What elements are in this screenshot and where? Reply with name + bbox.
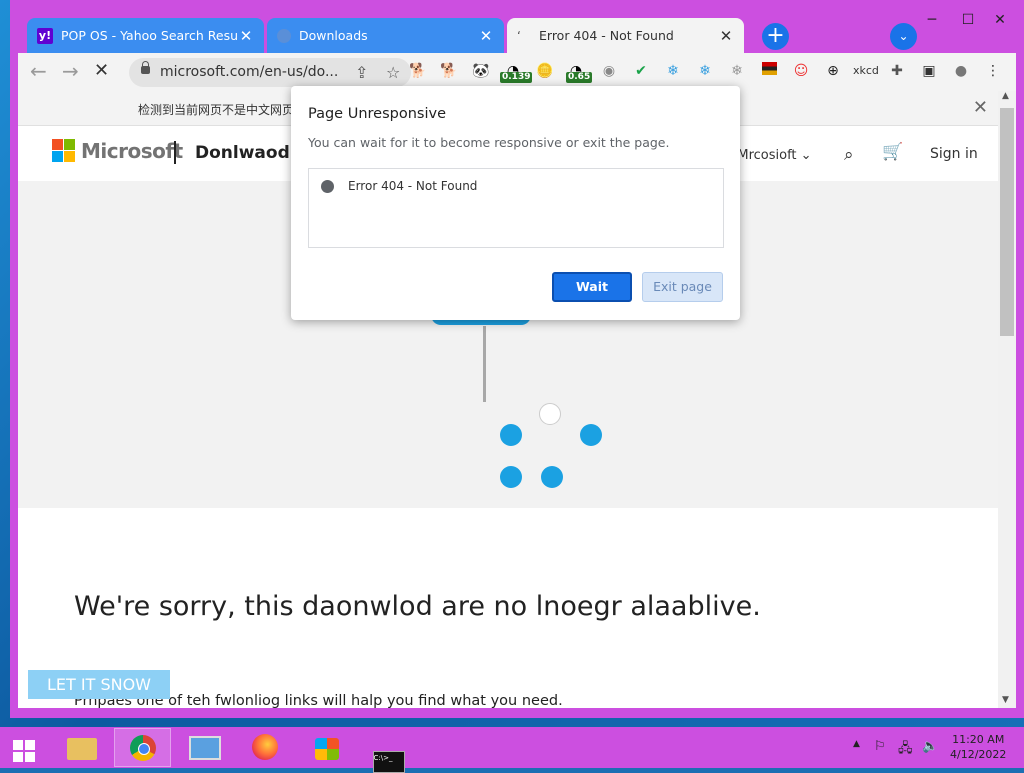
doge-icon[interactable]: 🐕 — [408, 61, 428, 81]
action-center-flag-icon[interactable]: ⚐ — [874, 739, 886, 754]
chevron-down-icon: ⌄ — [800, 148, 812, 163]
tab-title: POP OS - Yahoo Search Results — [61, 28, 238, 43]
address-text: microsoft.com/en-us/do... — [160, 64, 339, 80]
scroll-up-icon[interactable]: ▲ — [1002, 91, 1009, 101]
list-item: Error 404 - Not Found — [321, 179, 477, 193]
doge-icon-2[interactable]: 🐕 — [439, 61, 459, 81]
new-tab-button[interactable]: + — [762, 23, 789, 50]
tab-title: Error 404 - Not Found — [539, 28, 674, 43]
cart-icon[interactable]: 🛒 — [882, 142, 903, 162]
loading-icon: ʻ — [517, 28, 521, 43]
address-bar[interactable]: microsoft.com/en-us/do... ⇪ ☆ — [129, 58, 411, 87]
control-panel-icon[interactable] — [176, 728, 233, 767]
spinner-dot — [539, 403, 561, 425]
yahoo-icon: y! — [37, 27, 53, 44]
face-icon[interactable]: ☺ — [791, 61, 811, 81]
xkcd-icon[interactable]: xkcd — [853, 61, 879, 81]
bookmark-star-icon[interactable]: ☆ — [386, 63, 400, 82]
spinner-dot — [580, 424, 602, 446]
chevron-down-icon: ⌄ — [898, 29, 909, 43]
taskbar: C:\>_ ▲ ⚐ 🖧 🔈 11:20 AM 4/12/2022 — [0, 727, 1024, 773]
doge-coin-icon[interactable]: 🪙 — [535, 61, 555, 81]
spinner-dot — [500, 466, 522, 488]
snowflake-icon-3[interactable]: ❄ — [727, 61, 747, 81]
scrollbar-thumb[interactable] — [1000, 108, 1014, 336]
dialog-title: Page Unresponsive — [308, 106, 446, 122]
tab-yahoo[interactable]: y! POP OS - Yahoo Search Results ✕ — [27, 18, 264, 53]
system-clock[interactable]: 11:20 AM 4/12/2022 — [950, 732, 1006, 762]
check-icon[interactable]: ✔ — [631, 61, 651, 81]
exit-page-button[interactable]: Exit page — [642, 272, 723, 302]
header-divider — [174, 141, 176, 164]
gauge-badge: 0.139 — [500, 72, 533, 83]
tab-search-button[interactable]: ⌄ — [890, 23, 917, 50]
spinner-dot — [541, 466, 563, 488]
page-unresponsive-dialog: Page Unresponsive You can wait for it to… — [291, 86, 740, 320]
start-button[interactable] — [2, 728, 46, 767]
flag-icon[interactable] — [759, 61, 779, 81]
disc-icon[interactable]: ◉ — [599, 61, 619, 81]
globe-icon — [321, 179, 334, 193]
sidepanel-icon[interactable]: ▣ — [919, 61, 939, 81]
tab-error-404[interactable]: ʻ Error 404 - Not Found ✕ — [507, 18, 744, 53]
chrome-icon[interactable] — [114, 728, 171, 767]
back-button[interactable]: ← — [30, 61, 47, 81]
show-hidden-icons[interactable]: ▲ — [853, 739, 860, 749]
close-tab-icon[interactable]: ✕ — [238, 27, 254, 45]
dialog-subtitle: You can wait for it to become responsive… — [308, 135, 670, 150]
globe-dark-icon[interactable]: ⊕ — [823, 61, 843, 81]
puzzle-icon[interactable]: ✚ — [887, 61, 907, 81]
share-icon[interactable]: ⇪ — [355, 63, 368, 82]
tab-title: Downloads — [299, 28, 368, 43]
minimize-button[interactable]: ─ — [917, 9, 947, 31]
firefox-icon[interactable] — [236, 728, 293, 767]
snowflake-icon-2[interactable]: ❄ — [695, 61, 715, 81]
lock-icon — [141, 61, 150, 74]
page-scrollbar[interactable]: ▲ ▼ — [998, 91, 1016, 708]
sign-in-link[interactable]: Sign in — [930, 146, 978, 162]
close-tab-icon[interactable]: ✕ — [478, 27, 494, 45]
profile-icon[interactable]: ● — [951, 61, 971, 81]
microsoft-logo-icon[interactable] — [52, 139, 75, 162]
tab-strip: y! POP OS - Yahoo Search Results ✕ Downl… — [10, 0, 1024, 53]
close-tab-icon[interactable]: ✕ — [718, 27, 734, 45]
list-item-label: Error 404 - Not Found — [348, 179, 478, 193]
let-it-snow-button[interactable]: LET IT SNOW — [28, 670, 170, 699]
brand-name[interactable]: Microsoft — [81, 139, 183, 163]
stop-loading-button[interactable]: ✕ — [94, 61, 109, 81]
close-icon[interactable]: ✕ — [973, 97, 988, 118]
windows-media-icon[interactable] — [298, 728, 355, 767]
cmd-icon[interactable]: C:\>_ — [360, 728, 417, 773]
spinner-dot — [500, 424, 522, 446]
clock-time: 11:20 AM — [952, 733, 1005, 746]
spinner-stem — [483, 326, 486, 402]
search-icon[interactable]: ⌕ — [844, 145, 854, 165]
scroll-down-icon[interactable]: ▼ — [1002, 695, 1009, 705]
translate-message: 检测到当前网页不是中文网页 — [138, 103, 295, 117]
file-explorer-icon[interactable] — [53, 728, 110, 767]
close-window-button[interactable]: ✕ — [976, 9, 1024, 31]
unresponsive-pages-list: Error 404 - Not Found — [308, 168, 724, 248]
menu-icon[interactable]: ⋮ — [983, 61, 1003, 81]
start-icon — [13, 740, 35, 762]
forward-button[interactable]: → — [62, 61, 79, 81]
gauge-badge-2: 0.65 — [566, 72, 593, 83]
clock-date: 4/12/2022 — [950, 748, 1007, 761]
error-heading: We're sorry, this daonwlod are no lnoegr… — [74, 591, 761, 622]
panda-icon[interactable]: 🐼 — [471, 61, 491, 81]
wait-button[interactable]: Wait — [552, 272, 632, 302]
volume-icon[interactable]: 🔈 — [922, 739, 938, 754]
tab-downloads[interactable]: Downloads ✕ — [267, 18, 504, 53]
snowflake-icon[interactable]: ❄ — [663, 61, 683, 81]
downloads-icon — [277, 28, 291, 43]
network-icon[interactable]: 🖧 — [898, 739, 913, 761]
